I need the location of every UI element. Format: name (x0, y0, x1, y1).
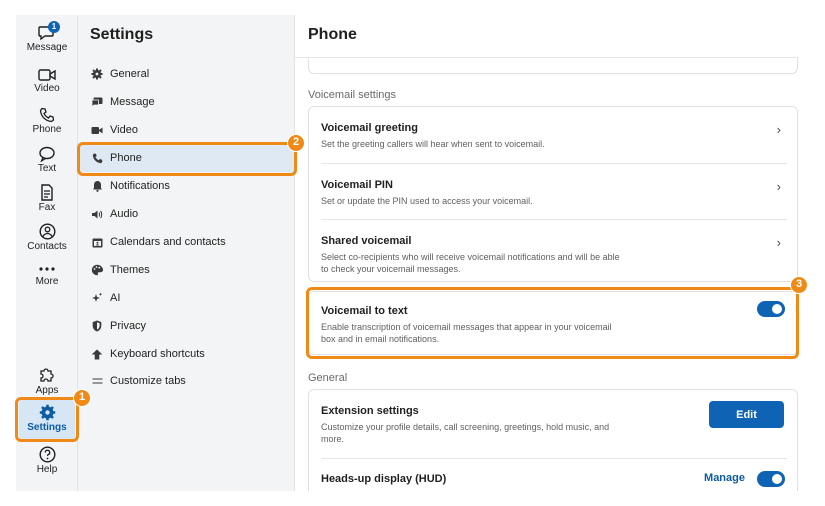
voicemail-pin-row[interactable]: Voicemail PIN Set or update the PIN used… (309, 178, 797, 207)
sidebar-item-customize-tabs[interactable]: Customize tabs (78, 367, 295, 395)
sidebar-item-label: Customize tabs (110, 375, 186, 387)
contacts-icon (38, 223, 56, 240)
callout-highlight-settings (15, 397, 79, 442)
sidebar-item-audio[interactable]: Audio (78, 200, 295, 228)
manage-link[interactable]: Manage (704, 472, 745, 484)
sidebar-item-label: Keyboard shortcuts (110, 348, 205, 360)
row-title: Voicemail greeting (321, 122, 418, 134)
rail-item-fax[interactable]: Fax (16, 184, 78, 214)
more-dots-icon (39, 267, 55, 271)
sidebar-item-label: Calendars and contacts (110, 236, 226, 248)
rail-label: Apps (35, 385, 59, 396)
gear-icon (90, 67, 104, 81)
chevron-right-icon[interactable]: › (777, 235, 781, 250)
callout-highlight-phone (77, 142, 297, 176)
video-icon (90, 123, 104, 137)
rail-label: Message (26, 42, 68, 53)
row-title: Voicemail PIN (321, 179, 393, 191)
sidebar-item-themes[interactable]: Themes (78, 256, 295, 284)
rail-label: Fax (38, 202, 56, 213)
callout-step-1: 1 (73, 389, 91, 407)
row-description: Set the greeting callers will hear when … (321, 139, 545, 149)
sidebar-item-video[interactable]: Video (78, 116, 295, 144)
callout-step-3: 3 (790, 276, 808, 294)
sidebar-item-notifications[interactable]: Notifications (78, 172, 295, 200)
sidebar-item-privacy[interactable]: Privacy (78, 312, 295, 340)
sidebar-item-ai[interactable]: AI (78, 284, 295, 312)
sidebar-item-label: General (110, 68, 150, 80)
voicemail-greeting-row[interactable]: Voicemail greeting Set the greeting call… (309, 121, 797, 150)
row-description: Customize your profile details, call scr… (321, 422, 610, 444)
menu-lines-icon (90, 374, 104, 388)
rail-label: More (35, 276, 59, 287)
message-badge: 1 (48, 21, 60, 33)
sidebar-item-calendars[interactable]: Calendars and contacts (78, 228, 295, 256)
calendar-icon (90, 235, 104, 249)
sidebar-item-label: Message (110, 96, 155, 108)
sidebar-title: Settings (90, 26, 154, 43)
chevron-right-icon[interactable]: › (777, 122, 781, 137)
keyboard-icon (90, 347, 104, 361)
settings-window: 1 Message Video Phone Text Fax Contacts … (16, 15, 799, 491)
video-camera-icon (38, 69, 56, 81)
rail-item-contacts[interactable]: Contacts (16, 223, 78, 253)
sidebar-item-label: AI (110, 292, 121, 304)
sidebar-item-keyboard-shortcuts[interactable]: Keyboard shortcuts (78, 340, 295, 368)
rail-item-phone[interactable]: Phone (16, 107, 78, 136)
rail-label: Contacts (27, 241, 67, 252)
rail-item-video[interactable]: Video (16, 68, 78, 95)
callout-step-2: 2 (287, 134, 305, 152)
settings-sidebar: Settings General Message Video Phone Not… (78, 15, 295, 491)
rail-label: Phone (32, 124, 62, 135)
text-bubble-icon (39, 146, 55, 162)
sidebar-item-label: Audio (110, 208, 139, 220)
rail-item-more[interactable]: More (16, 265, 78, 288)
row-divider (321, 458, 787, 459)
sidebar-item-label: Video (110, 124, 138, 136)
sidebar-item-message[interactable]: Message (78, 88, 295, 116)
rail-item-apps[interactable]: Apps (16, 366, 78, 397)
section-label-voicemail: Voicemail settings (308, 89, 397, 101)
row-description: Select co-recipients who will receive vo… (321, 252, 620, 274)
message-icon (90, 95, 104, 109)
rail-label: Help (36, 464, 58, 475)
section-label-general: General (308, 372, 348, 384)
shield-icon (90, 319, 104, 333)
edit-button[interactable]: Edit (709, 401, 784, 428)
rail-label: Video (34, 83, 60, 94)
rail-label: Text (37, 163, 57, 174)
help-icon (38, 446, 56, 463)
callout-highlight-voicemail-to-text (306, 287, 799, 359)
sparkle-icon (90, 291, 104, 305)
sidebar-item-label: Notifications (110, 180, 170, 192)
phone-icon (39, 107, 55, 123)
fax-icon (41, 184, 53, 201)
palette-icon (90, 263, 104, 277)
row-divider (321, 163, 787, 164)
sidebar-item-general[interactable]: General (78, 60, 295, 88)
sidebar-item-label: Themes (110, 264, 150, 276)
phone-settings-panel: Phone Voicemail settings Voicemail greet… (295, 15, 799, 491)
bell-icon (90, 179, 104, 193)
page-title: Phone (308, 26, 357, 43)
speaker-icon (90, 207, 104, 221)
rail-item-message[interactable]: 1 Message (16, 21, 78, 54)
row-title: Shared voicemail (321, 235, 412, 247)
rail-item-help[interactable]: Help (16, 446, 78, 476)
row-divider (321, 219, 787, 220)
voicemail-settings-card: Voicemail greeting Set the greeting call… (308, 106, 798, 282)
apps-puzzle-icon (40, 368, 54, 382)
sidebar-item-label: Privacy (110, 320, 147, 332)
rail-item-text[interactable]: Text (16, 146, 78, 175)
row-description: Set or update the PIN used to access you… (321, 196, 533, 206)
chevron-right-icon[interactable]: › (777, 179, 781, 194)
general-settings-card: Extension settings Customize your profil… (308, 389, 798, 491)
shared-voicemail-row[interactable]: Shared voicemail Select co-recipients wh… (309, 234, 797, 275)
hud-toggle[interactable] (757, 471, 785, 487)
previous-card-bottom (308, 58, 798, 74)
